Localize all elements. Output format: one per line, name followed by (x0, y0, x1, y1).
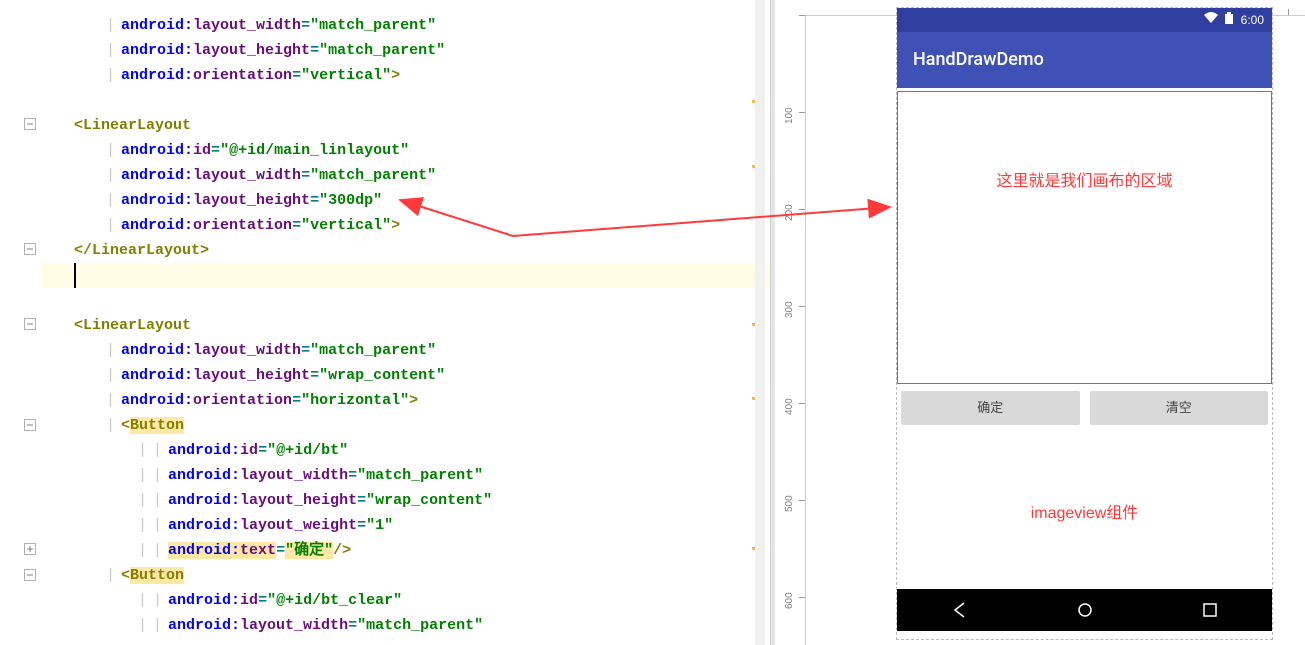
ruler-vertical: 100 200 300 400 500 600 (775, 15, 806, 645)
ruler-tick-label: 600 (785, 592, 795, 609)
confirm-button[interactable]: 确定 (901, 391, 1080, 425)
code-line[interactable]: ||android:id="@+id/bt_clear" (42, 588, 770, 613)
ruler-tick-label: 200 (785, 204, 795, 221)
layout-preview-pane: 100 200 300 400 500 600 6:00 HandDrawDemo 这里就… (775, 0, 1305, 645)
code-line[interactable]: ||android:layout_width="match_parent" (42, 463, 770, 488)
status-bar: 6:00 (897, 8, 1272, 32)
fold-collapse-icon[interactable] (24, 543, 38, 555)
android-nav-bar (897, 589, 1272, 631)
ruler-tick-label: 500 (785, 495, 795, 512)
ruler-tick-label: 400 (785, 398, 795, 415)
code-line[interactable]: ||android:text="确定"/> (42, 538, 770, 563)
code-line[interactable]: |android:orientation="horizontal"> (42, 388, 770, 413)
editor-scrollbar[interactable] (755, 0, 765, 645)
code-line[interactable]: ||android:layout_weight="1" (42, 513, 770, 538)
code-line[interactable]: ||android:id="@+id/bt" (42, 438, 770, 463)
clear-button[interactable]: 清空 (1090, 391, 1269, 425)
canvas-area[interactable]: 这里就是我们画布的区域 (897, 91, 1272, 384)
ruler-tick-label: 100 (785, 107, 795, 124)
code-line[interactable]: ||android:layout_height="wrap_content" (42, 488, 770, 513)
ruler-tick-label: 300 (785, 301, 795, 318)
code-line[interactable]: |android:layout_width="match_parent" (42, 163, 770, 188)
code-line[interactable]: |android:layout_width="match_parent" (42, 13, 770, 38)
nav-recent-icon[interactable] (1201, 601, 1219, 619)
code-line[interactable]: |android:layout_height="300dp" (42, 188, 770, 213)
code-area[interactable]: |android:id="@+id/activity_main" |android… (42, 0, 770, 645)
code-line[interactable]: |android:orientation="vertical"> (42, 213, 770, 238)
code-line[interactable]: <LinearLayout (42, 313, 770, 338)
canvas-annotation: 这里就是我们画布的区域 (898, 174, 1271, 190)
button-row: 确定 清空 (901, 391, 1268, 425)
code-line[interactable] (42, 88, 770, 113)
code-line[interactable]: |android:orientation="vertical"> (42, 63, 770, 88)
code-line[interactable]: |android:id="@+id/main_linlayout" (42, 138, 770, 163)
editor-gutter (0, 0, 42, 645)
nav-home-icon[interactable] (1076, 601, 1094, 619)
device-frame: 6:00 HandDrawDemo 这里就是我们画布的区域 确定 清空 imag… (896, 7, 1273, 640)
battery-icon (1225, 13, 1236, 27)
code-line[interactable]: <LinearLayout (42, 113, 770, 138)
code-line[interactable] (42, 263, 770, 288)
status-time: 6:00 (1241, 13, 1264, 27)
app-action-bar: HandDrawDemo (897, 32, 1272, 88)
code-line[interactable]: |<Button (42, 413, 770, 438)
fold-expand-icon[interactable] (24, 569, 38, 581)
code-line[interactable]: ||android:layout_width="match_parent" (42, 613, 770, 638)
fold-expand-icon[interactable] (24, 243, 38, 255)
fold-expand-icon[interactable] (24, 118, 38, 130)
code-line[interactable]: |<Button (42, 563, 770, 588)
code-line[interactable]: </LinearLayout> (42, 238, 770, 263)
code-line[interactable]: |android:id="@+id/activity_main" (42, 0, 770, 1)
imageview-annotation: imageview组件 (897, 506, 1272, 522)
code-line[interactable]: |android:layout_height="wrap_content" (42, 363, 770, 388)
code-line[interactable]: |android:layout_width="match_parent" (42, 338, 770, 363)
code-line[interactable] (42, 288, 770, 313)
code-editor-pane[interactable]: |android:id="@+id/activity_main" |android… (0, 0, 770, 645)
code-line[interactable]: |android:layout_height="match_parent" (42, 38, 770, 63)
fold-expand-icon[interactable] (24, 318, 38, 330)
wifi-icon (1204, 13, 1221, 27)
fold-expand-icon[interactable] (24, 419, 38, 431)
app-title: HandDrawDemo (913, 49, 1044, 70)
nav-back-icon[interactable] (951, 601, 969, 619)
